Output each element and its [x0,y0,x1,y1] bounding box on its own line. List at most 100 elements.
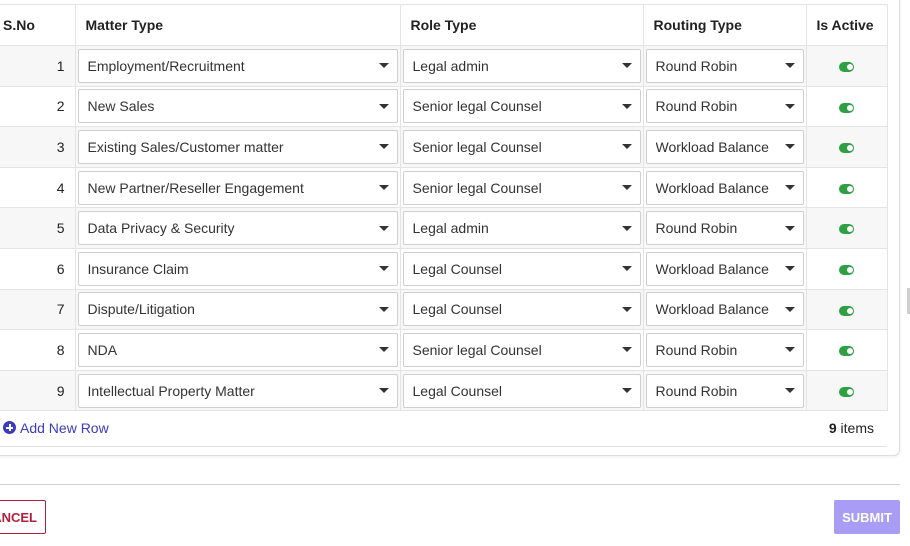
role-type-select[interactable]: Legal Counsel [402,292,641,327]
role-type-value: Legal admin [412,57,489,74]
routing-type-select[interactable]: Round Robin [645,332,804,367]
role-type-select[interactable]: Senior legal Counsel [402,332,641,367]
row-sno: 2 [0,86,76,128]
toggle-on-icon[interactable] [839,346,854,357]
toggle-on-icon[interactable] [839,143,854,154]
role-type-select[interactable]: Legal Counsel [402,373,641,408]
matter-type-select[interactable]: New Sales [77,89,398,124]
table-row: 1 Employment/Recruitment Legal admin Rou… [0,45,888,87]
caret-down-icon [784,225,795,231]
matter-type-cell: Employment/Recruitment [75,45,401,87]
items-count: 9 items [829,420,887,436]
caret-down-icon [378,185,389,191]
routing-type-cell: Workload Balance [643,126,807,168]
caret-down-icon [378,388,389,394]
matter-type-value: Employment/Recruitment [87,57,245,74]
role-type-cell: Legal Counsel [400,248,644,290]
matter-type-cell: New Partner/Reseller Engagement [75,167,401,209]
toggle-on-icon[interactable] [839,265,854,276]
matter-type-value: New Sales [87,98,155,115]
is-active-cell [806,45,888,87]
toggle-on-icon[interactable] [839,224,854,235]
routing-type-value: Round Robin [655,341,738,358]
routing-type-select[interactable]: Round Robin [645,373,804,408]
matter-type-value: NDA [87,341,118,358]
routing-type-value: Workload Balance [655,260,769,277]
caret-down-icon [621,185,632,191]
table-row: 5 Data Privacy & Security Legal admin Ro… [0,207,888,249]
row-sno: 9 [0,370,76,412]
routing-type-value: Round Robin [655,57,738,74]
routing-table: S.No Matter Type Role Type Routing Type … [0,4,888,412]
routing-type-select[interactable]: Workload Balance [645,170,804,205]
table-row: 9 Intellectual Property Matter Legal Cou… [0,370,888,412]
routing-type-select[interactable]: Round Robin [645,48,804,83]
table-header-row: S.No Matter Type Role Type Routing Type … [0,4,888,46]
role-type-select[interactable]: Senior legal Counsel [402,89,641,124]
add-new-row-button[interactable]: Add New Row [0,420,109,436]
routing-type-select[interactable]: Round Robin [645,89,804,124]
cancel-button[interactable]: ANCEL [0,500,46,534]
submit-button[interactable]: SUBMIT [834,500,900,534]
toggle-on-icon[interactable] [839,386,854,397]
plus-circle-icon [3,421,16,434]
routing-type-cell: Workload Balance [643,289,807,331]
caret-down-icon [378,144,389,150]
toggle-on-icon[interactable] [839,62,854,73]
caret-down-icon [621,63,632,69]
table-row: 8 NDA Senior legal Counsel Round Robin [0,329,888,371]
role-type-value: Legal Counsel [412,260,503,277]
caret-down-icon [784,306,795,312]
routing-type-value: Round Robin [655,382,738,399]
routing-type-value: Workload Balance [655,138,769,155]
role-type-select[interactable]: Senior legal Counsel [402,129,641,164]
matter-type-cell: Insurance Claim [75,248,401,290]
matter-type-select[interactable]: Intellectual Property Matter [77,373,398,408]
routing-type-cell: Round Robin [643,45,807,87]
is-active-cell [806,248,888,290]
is-active-cell [806,370,888,412]
routing-type-value: Round Robin [655,98,738,115]
matter-type-cell: Existing Sales/Customer matter [75,126,401,168]
is-active-cell [806,289,888,331]
routing-type-cell: Round Robin [643,329,807,371]
matter-type-select[interactable]: Dispute/Litigation [77,292,398,327]
role-type-select[interactable]: Senior legal Counsel [402,170,641,205]
routing-type-select[interactable]: Workload Balance [645,129,804,164]
caret-down-icon [621,388,632,394]
matter-type-select[interactable]: New Partner/Reseller Engagement [77,170,398,205]
role-type-select[interactable]: Legal admin [402,48,641,83]
routing-type-select[interactable]: Round Robin [645,211,804,246]
role-type-select[interactable]: Legal admin [402,211,641,246]
routing-type-cell: Workload Balance [643,167,807,209]
role-type-cell: Legal admin [400,207,644,249]
caret-down-icon [621,306,632,312]
table-row: 3 Existing Sales/Customer matter Senior … [0,126,888,168]
routing-type-value: Round Robin [655,220,738,237]
routing-type-select[interactable]: Workload Balance [645,251,804,286]
matter-type-select[interactable]: Insurance Claim [77,251,398,286]
row-sno: 5 [0,207,76,249]
table-body: 1 Employment/Recruitment Legal admin Rou… [0,45,888,412]
role-type-cell: Senior legal Counsel [400,329,644,371]
grid-footer: Add New Row 9 items [0,409,887,447]
toggle-on-icon[interactable] [839,102,854,113]
routing-type-value: Workload Balance [655,179,769,196]
matter-type-select[interactable]: Data Privacy & Security [77,211,398,246]
routing-type-select[interactable]: Workload Balance [645,292,804,327]
role-type-select[interactable]: Legal Counsel [402,251,641,286]
role-type-cell: Legal admin [400,45,644,87]
matter-type-select[interactable]: Existing Sales/Customer matter [77,129,398,164]
routing-type-cell: Round Robin [643,207,807,249]
role-type-cell: Legal Counsel [400,289,644,331]
toggle-on-icon[interactable] [839,305,854,316]
matter-routing-grid: S.No Matter Type Role Type Routing Type … [0,4,888,412]
row-sno: 8 [0,329,76,371]
toggle-on-icon[interactable] [839,183,854,194]
matter-type-select[interactable]: NDA [77,332,398,367]
caret-down-icon [784,103,795,109]
role-type-value: Legal Counsel [412,301,503,318]
matter-type-select[interactable]: Employment/Recruitment [77,48,398,83]
matter-type-cell: Intellectual Property Matter [75,370,401,412]
is-active-cell [806,167,888,209]
